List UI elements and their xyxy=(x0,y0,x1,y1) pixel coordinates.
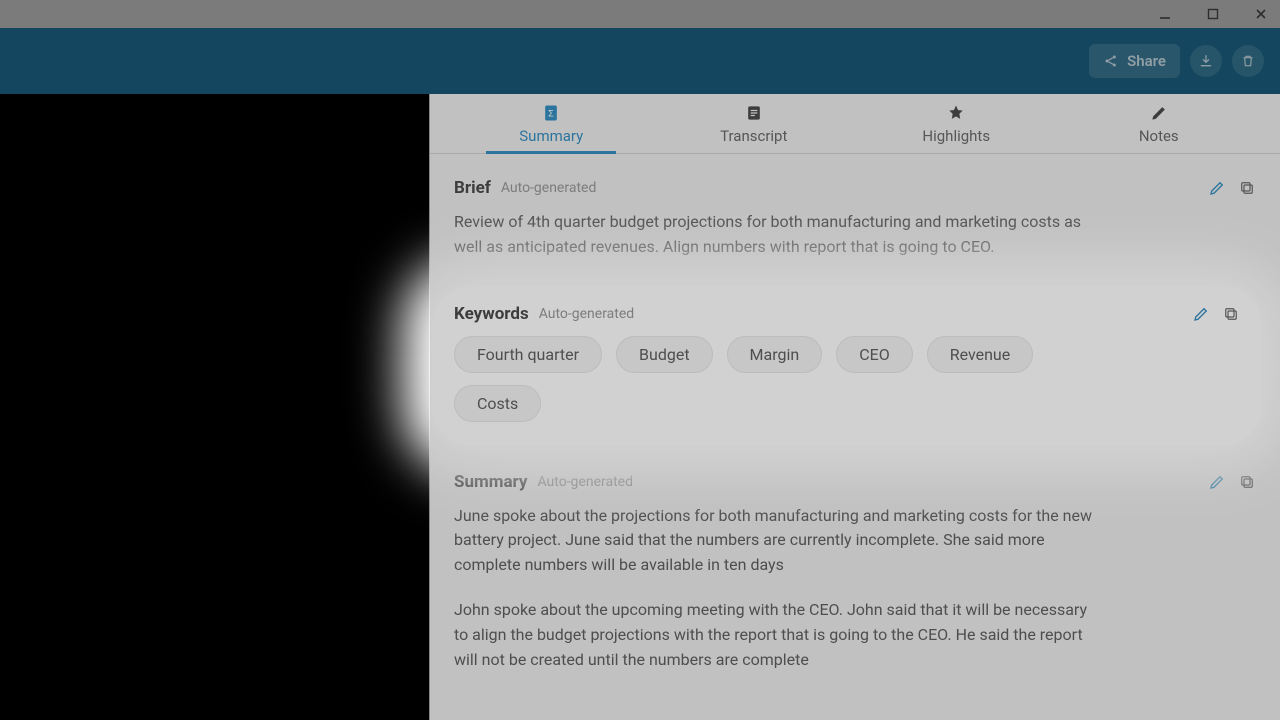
tab-label: Transcript xyxy=(720,127,787,145)
window-titlebar xyxy=(0,0,1280,28)
summary-edit-button[interactable] xyxy=(1208,473,1226,491)
keyword-chip[interactable]: Costs xyxy=(454,385,541,422)
tab-label: Summary xyxy=(519,127,583,145)
summary-subtitle: Auto-generated xyxy=(537,474,633,490)
keywords-edit-button[interactable] xyxy=(1192,305,1210,323)
keywords-chips: Fourth quarter Budget Margin CEO Revenue… xyxy=(454,336,1094,422)
window-maximize-button[interactable] xyxy=(1206,7,1220,21)
transcript-icon xyxy=(744,103,764,123)
edit-icon xyxy=(1192,305,1210,323)
pencil-icon xyxy=(1149,103,1169,123)
video-player-pane[interactable] xyxy=(0,94,430,720)
summary-section: Summary Auto-generated June spoke about … xyxy=(454,472,1256,673)
brief-section: Brief Auto-generated Review of 4th quart… xyxy=(454,178,1256,260)
download-button[interactable] xyxy=(1190,45,1222,77)
keywords-title: Keywords xyxy=(454,304,529,324)
copy-icon xyxy=(1238,473,1256,491)
share-button-label: Share xyxy=(1127,52,1166,70)
tabs-bar: Σ Summary Transcript Highlights xyxy=(430,94,1280,154)
share-button[interactable]: Share xyxy=(1089,44,1180,78)
window-close-button[interactable] xyxy=(1254,7,1268,21)
brief-subtitle: Auto-generated xyxy=(501,180,597,196)
tab-notes[interactable]: Notes xyxy=(1058,103,1261,153)
keywords-section: Keywords Auto-generated Fourth qua xyxy=(432,286,1262,446)
summary-paragraph: John spoke about the upcoming meeting wi… xyxy=(454,598,1094,672)
summary-paragraph: June spoke about the projections for bot… xyxy=(454,504,1094,578)
svg-text:Σ: Σ xyxy=(548,108,554,118)
brief-edit-button[interactable] xyxy=(1208,179,1226,197)
edit-icon xyxy=(1208,179,1226,197)
window-minimize-button[interactable] xyxy=(1158,7,1172,21)
star-icon xyxy=(946,103,966,123)
delete-button[interactable] xyxy=(1232,45,1264,77)
keyword-chip[interactable]: Fourth quarter xyxy=(454,336,602,373)
app-toolbar: Share xyxy=(0,28,1280,94)
tab-transcript[interactable]: Transcript xyxy=(653,103,856,153)
brief-title: Brief xyxy=(454,178,491,198)
summary-copy-button[interactable] xyxy=(1238,473,1256,491)
summary-title: Summary xyxy=(454,472,527,492)
keywords-copy-button[interactable] xyxy=(1222,305,1240,323)
summary-icon: Σ xyxy=(541,103,561,123)
copy-icon xyxy=(1238,179,1256,197)
keyword-chip[interactable]: Revenue xyxy=(927,336,1034,373)
tab-label: Highlights xyxy=(922,127,990,145)
share-icon xyxy=(1103,53,1119,69)
download-icon xyxy=(1198,53,1214,69)
tab-label: Notes xyxy=(1139,127,1179,145)
keyword-chip[interactable]: Margin xyxy=(727,336,823,373)
keywords-subtitle: Auto-generated xyxy=(539,306,635,322)
tab-highlights[interactable]: Highlights xyxy=(855,103,1058,153)
keyword-chip[interactable]: CEO xyxy=(836,336,913,373)
brief-text: Review of 4th quarter budget projections… xyxy=(454,210,1094,260)
brief-copy-button[interactable] xyxy=(1238,179,1256,197)
keyword-chip[interactable]: Budget xyxy=(616,336,713,373)
tab-summary[interactable]: Σ Summary xyxy=(450,103,653,153)
trash-icon xyxy=(1240,53,1256,69)
edit-icon xyxy=(1208,473,1226,491)
content-pane: Σ Summary Transcript Highlights xyxy=(430,94,1280,720)
copy-icon xyxy=(1222,305,1240,323)
